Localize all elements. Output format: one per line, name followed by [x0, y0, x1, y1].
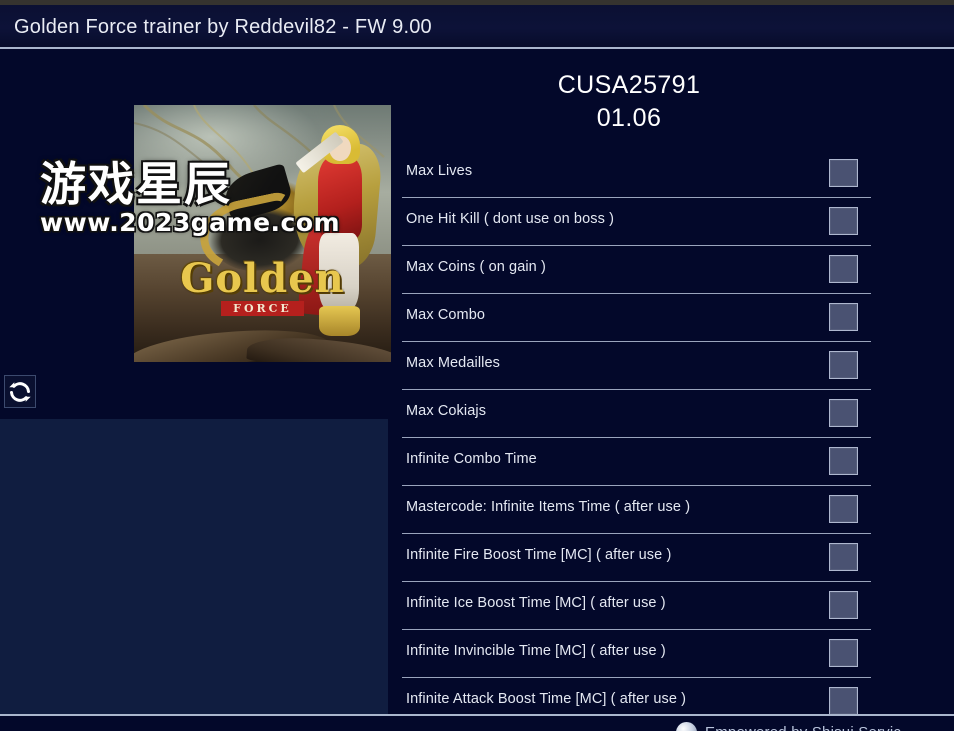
cheat-row[interactable]: Infinite Fire Boost Time [MC] ( after us…	[389, 534, 954, 582]
cover-rock-right	[246, 334, 391, 362]
refresh-icon	[8, 380, 32, 404]
cheat-row[interactable]: Infinite Invincible Time [MC] ( after us…	[389, 630, 954, 678]
cheat-row-checkbox[interactable]	[829, 447, 858, 475]
cheat-row-checkbox[interactable]	[829, 399, 858, 427]
cheat-row-label: Mastercode: Infinite Items Time ( after …	[406, 499, 691, 515]
cheat-row-label: Infinite Attack Boost Time [MC] ( after …	[406, 691, 687, 707]
cheat-row-checkbox[interactable]	[829, 159, 858, 187]
cheat-row-label: Infinite Fire Boost Time [MC] ( after us…	[406, 547, 672, 563]
footer-content: Empowered by Shisui Servic	[676, 722, 901, 731]
cheat-row-checkbox[interactable]	[829, 255, 858, 283]
refresh-button[interactable]	[4, 375, 36, 408]
cheat-row[interactable]: Max Medailles	[389, 342, 954, 390]
cheat-row[interactable]: Mastercode: Infinite Items Time ( after …	[389, 486, 954, 534]
title-bar: Golden Force trainer by Reddevil82 - FW …	[0, 5, 954, 47]
title-id-label: CUSA25791	[557, 71, 701, 99]
cheat-row-checkbox[interactable]	[829, 495, 858, 523]
cheat-row[interactable]: Infinite Ice Boost Time [MC] ( after use…	[389, 582, 954, 630]
cheat-row[interactable]: Max Cokiajs	[389, 390, 954, 438]
game-version-label: 01.06	[596, 104, 662, 132]
footer-credit-text: Empowered by Shisui Servic	[705, 724, 901, 731]
cheat-list-header: CUSA25791 01.06	[389, 69, 869, 135]
cover-logo: Golden FORCE	[162, 255, 362, 317]
cheat-row-checkbox[interactable]	[829, 303, 858, 331]
cheat-row-checkbox[interactable]	[829, 639, 858, 667]
footer-divider	[0, 714, 954, 716]
cheat-row-label: Infinite Ice Boost Time [MC] ( after use…	[406, 595, 666, 611]
cheat-row-checkbox[interactable]	[829, 591, 858, 619]
cheat-row[interactable]: Max Combo	[389, 294, 954, 342]
window-title: Golden Force trainer by Reddevil82 - FW …	[14, 16, 432, 38]
cheat-row-checkbox[interactable]	[829, 351, 858, 379]
cheat-row[interactable]: One Hit Kill ( dont use on boss )	[389, 198, 954, 246]
cheat-row-label: Max Lives	[406, 163, 473, 179]
cheat-rows: Max Lives One Hit Kill ( dont use on boss…	[389, 150, 954, 726]
hero-coat	[317, 157, 363, 240]
cover-logo-subtitle: FORCE	[221, 301, 304, 317]
cheat-row-label: One Hit Kill ( dont use on boss )	[406, 211, 615, 227]
game-cover-art: Golden FORCE	[134, 105, 391, 362]
trainer-window: Golden Force trainer by Reddevil82 - FW …	[0, 0, 954, 731]
cheat-row[interactable]: Max Coins ( on gain )	[389, 246, 954, 294]
info-panel	[0, 419, 388, 731]
cheat-row-checkbox[interactable]	[829, 687, 858, 715]
cheat-row-label: Max Combo	[406, 307, 486, 323]
cheat-row-label: Max Cokiajs	[406, 403, 487, 419]
cheat-row[interactable]: Infinite Combo Time	[389, 438, 954, 486]
cheat-list-panel: CUSA25791 01.06 Max Lives One Hit Kill ( …	[389, 49, 954, 726]
footer-logo-icon	[676, 722, 697, 731]
cover-logo-title: Golden	[180, 255, 345, 303]
cheat-row-checkbox[interactable]	[829, 207, 858, 235]
cheat-row-label: Infinite Combo Time	[406, 451, 537, 467]
cheat-row-label: Max Medailles	[406, 355, 500, 371]
cheat-row-label: Max Coins ( on gain )	[406, 259, 546, 275]
cheat-row[interactable]: Max Lives	[389, 150, 954, 198]
left-panel: Golden FORCE 游戏星辰 www.2023game.com	[0, 49, 391, 731]
footer-bar: Empowered by Shisui Servic	[0, 714, 954, 731]
cheat-row-label: Infinite Invincible Time [MC] ( after us…	[406, 643, 666, 659]
cheat-row-checkbox[interactable]	[829, 543, 858, 571]
